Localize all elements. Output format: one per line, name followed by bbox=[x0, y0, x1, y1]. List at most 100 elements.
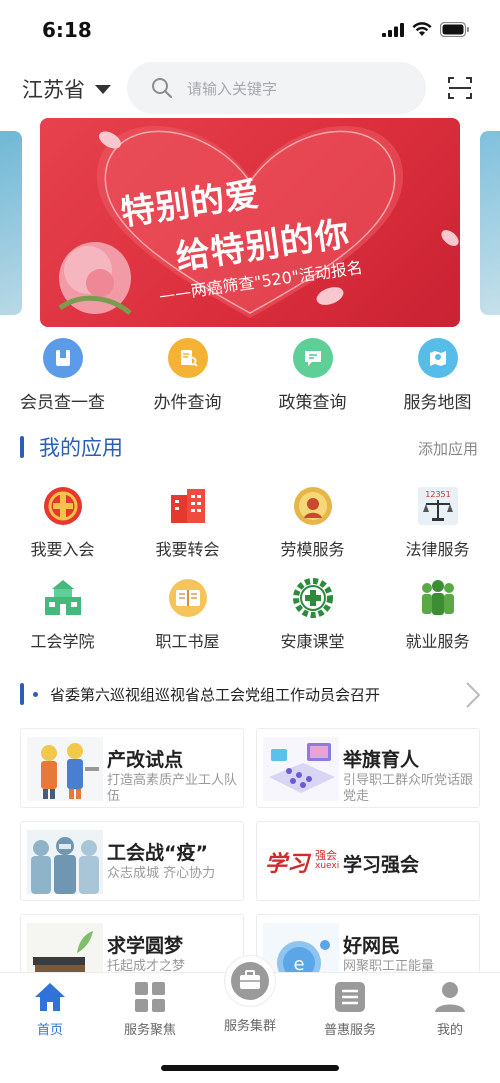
quick-item-case-query[interactable]: 办件查询 bbox=[125, 338, 250, 418]
battery-icon bbox=[440, 22, 469, 37]
app-label: 就业服务 bbox=[405, 632, 470, 651]
app-union-college[interactable]: 工会学院 bbox=[0, 576, 125, 668]
quick-item-label: 办件查询 bbox=[153, 393, 222, 413]
app-label: 法律服务 bbox=[405, 540, 470, 559]
card-title: 学习强会 bbox=[343, 854, 420, 876]
card-title: 工会战“疫” bbox=[107, 842, 208, 864]
province-selector[interactable]: 江苏省 bbox=[22, 74, 111, 104]
quick-item-service-map[interactable]: 服务地图 bbox=[375, 338, 500, 418]
document-search-icon bbox=[167, 338, 208, 378]
province-label: 江苏省 bbox=[22, 78, 85, 102]
quick-item-label: 会员查一查 bbox=[20, 393, 105, 413]
app-label: 职工书屋 bbox=[155, 632, 220, 651]
card-title: 好网民 bbox=[343, 935, 401, 957]
banner[interactable]: 特别的爱 给特别的你 ——两癌筛查"520"活动报名 bbox=[40, 118, 460, 327]
xuexi-brand-sub: xuexi bbox=[315, 861, 340, 871]
add-app-link[interactable]: 添加应用 bbox=[418, 438, 478, 459]
card-study-union[interactable]: 学习 强会 xuexi 学习强会 bbox=[256, 821, 480, 901]
app-legal-service[interactable]: 12351 法律服务 bbox=[375, 484, 500, 576]
app-label: 安康课堂 bbox=[280, 632, 345, 651]
ticker-bullet bbox=[33, 692, 38, 697]
app-health-class[interactable]: 安康课堂 bbox=[250, 576, 375, 668]
banner-prev-slide[interactable] bbox=[0, 131, 22, 315]
legal-badge: 12351 bbox=[425, 490, 450, 499]
app-workers-library[interactable]: 职工书屋 bbox=[125, 576, 250, 668]
card-union-epidemic[interactable]: 工会战“疫” 众志成城 齐心协力 bbox=[20, 821, 244, 901]
medical-staff-illustration-icon bbox=[27, 830, 103, 894]
building-icon bbox=[166, 484, 210, 528]
xuexi-logo-icon: 学习 强会 xuexi bbox=[265, 846, 341, 880]
search-icon bbox=[152, 78, 173, 99]
status-time: 6:18 bbox=[42, 18, 92, 42]
policy-chat-icon bbox=[292, 338, 333, 378]
grid-icon bbox=[135, 982, 165, 1012]
card-title: 求学圆梦 bbox=[107, 935, 184, 957]
card-title: 举旗育人 bbox=[343, 749, 420, 771]
quick-item-label: 政策查询 bbox=[278, 393, 347, 413]
app-label: 劳模服务 bbox=[280, 540, 345, 559]
ticker-text: 省委第六巡视组巡视省总工会党组工作动员会召开 bbox=[50, 686, 381, 704]
union-emblem-icon bbox=[41, 484, 85, 528]
tab-home[interactable]: 首页 bbox=[0, 981, 100, 1038]
school-icon bbox=[41, 576, 85, 620]
header: 江苏省 请输入关键字 bbox=[0, 60, 500, 116]
xuexi-brand-text: 学习 bbox=[265, 851, 310, 877]
quick-item-policy-query[interactable]: 政策查询 bbox=[250, 338, 375, 418]
quick-item-label: 服务地图 bbox=[403, 393, 472, 413]
tab-label: 服务聚焦 bbox=[123, 1023, 176, 1038]
ticker-accent-bar bbox=[20, 683, 24, 705]
chevron-right-icon[interactable] bbox=[464, 680, 482, 710]
quick-item-member-check[interactable]: 会员查一查 bbox=[0, 338, 125, 418]
card-subtitle: 众志成城 齐心协力 bbox=[107, 866, 216, 881]
app-label: 工会学院 bbox=[30, 632, 95, 651]
legal-scale-icon: 12351 bbox=[416, 484, 460, 528]
card-subtitle: 引导职工群众听党话跟党走 bbox=[343, 773, 474, 804]
card-subtitle: 打造高素质产业工人队伍 bbox=[107, 773, 238, 804]
model-worker-medal-icon bbox=[291, 484, 335, 528]
search-box[interactable]: 请输入关键字 bbox=[127, 62, 426, 114]
tab-service-focus[interactable]: 服务聚焦 bbox=[100, 981, 200, 1038]
status-bar: 6:18 bbox=[0, 0, 500, 56]
tab-mine[interactable]: 我的 bbox=[400, 981, 500, 1038]
map-icon bbox=[417, 338, 458, 378]
app-label: 我要转会 bbox=[155, 540, 220, 559]
news-ticker[interactable]: 省委第六巡视组巡视省总工会党组工作动员会召开 bbox=[0, 678, 500, 712]
banner-next-slide[interactable] bbox=[480, 131, 500, 315]
tab-label: 普惠服务 bbox=[323, 1023, 376, 1038]
member-card-icon bbox=[42, 338, 83, 378]
search-input[interactable]: 请输入关键字 bbox=[187, 78, 277, 99]
home-icon bbox=[35, 983, 65, 1011]
app-grid: 我要入会 我要转会 劳模服务 12351 法律服务 工会学院 职工书屋 安康课堂… bbox=[0, 484, 500, 668]
people-group-icon bbox=[416, 576, 460, 620]
health-cross-gear-icon bbox=[291, 576, 335, 620]
quick-services: 会员查一查 办件查询 政策查询 服务地图 bbox=[0, 338, 500, 418]
section-accent-bar bbox=[20, 436, 24, 458]
card-industry-reform[interactable]: 产改试点 打造高素质产业工人队伍 bbox=[20, 728, 244, 808]
section-title: 我的应用 bbox=[39, 436, 123, 460]
app-employment-service[interactable]: 就业服务 bbox=[375, 576, 500, 668]
home-indicator bbox=[161, 1065, 339, 1071]
card-title: 产改试点 bbox=[107, 749, 184, 771]
app-transfer-union[interactable]: 我要转会 bbox=[125, 484, 250, 576]
scan-icon[interactable] bbox=[446, 74, 474, 102]
classroom-illustration-icon bbox=[263, 737, 339, 801]
book-icon bbox=[166, 576, 210, 620]
app-join-union[interactable]: 我要入会 bbox=[0, 484, 125, 576]
my-apps-header: 我的应用 添加应用 bbox=[0, 428, 500, 468]
tab-service-cluster[interactable]: 服务集群 bbox=[200, 1015, 300, 1034]
user-icon bbox=[435, 982, 465, 1012]
status-icons bbox=[382, 22, 470, 37]
workers-illustration-icon bbox=[27, 737, 103, 801]
list-icon bbox=[335, 982, 365, 1012]
briefcase-icon bbox=[231, 962, 269, 1000]
tab-label: 首页 bbox=[36, 1023, 63, 1038]
tab-center-bubble[interactable] bbox=[224, 955, 276, 1007]
caret-down-icon bbox=[95, 84, 111, 94]
tab-benefit-service[interactable]: 普惠服务 bbox=[300, 981, 400, 1038]
wifi-icon bbox=[412, 22, 432, 36]
tab-label: 我的 bbox=[436, 1023, 463, 1038]
app-label: 我要入会 bbox=[30, 540, 95, 559]
app-model-worker[interactable]: 劳模服务 bbox=[250, 484, 375, 576]
signal-icon bbox=[382, 22, 404, 37]
card-flag-education[interactable]: 举旗育人 引导职工群众听党话跟党走 bbox=[256, 728, 480, 808]
